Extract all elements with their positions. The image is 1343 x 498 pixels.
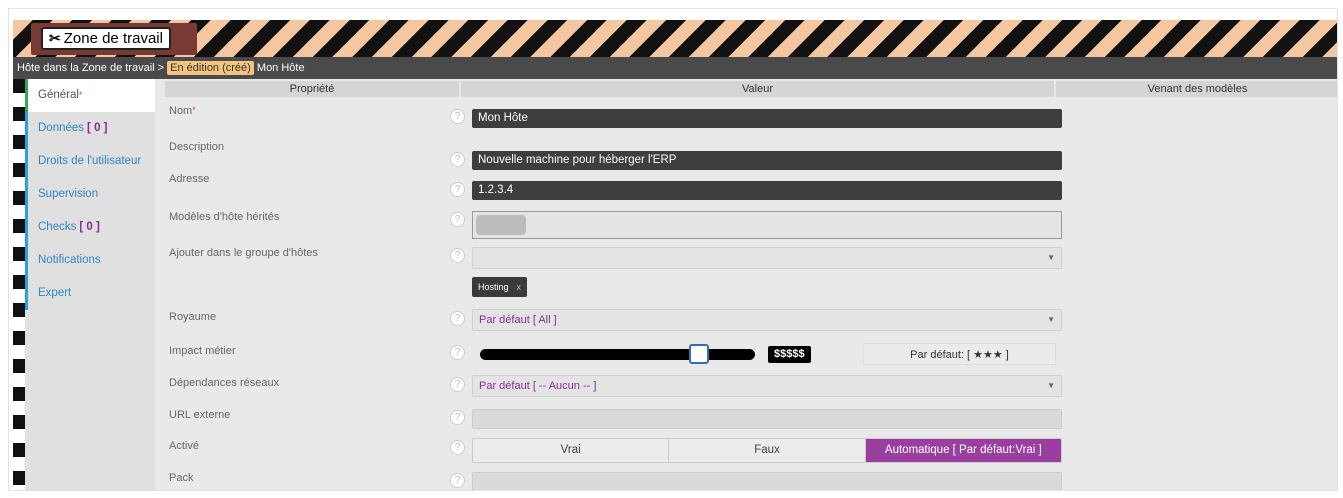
address-field[interactable]: 1.2.3.4 [472, 181, 1062, 200]
sidebar-item-droits[interactable]: Droits de l'utilisateur [25, 145, 155, 178]
help-icon[interactable]: ? [450, 182, 465, 197]
field-label: Ajouter dans le groupe d'hôtes [169, 247, 318, 259]
dependencies-select[interactable]: Par défaut [ -- Aucun -- ] ▼ [472, 375, 1062, 397]
chevron-down-icon: ▼ [1047, 253, 1055, 262]
sidebar-item-expert[interactable]: Expert [25, 277, 155, 310]
property-table: Propriété Valeur Venant des modèles Nom*… [155, 79, 1337, 490]
impact-slider-handle[interactable] [689, 344, 709, 364]
sidebar-item-label: Droits de l'utilisateur [38, 155, 142, 167]
name-field[interactable]: Mon Hôte [472, 109, 1062, 128]
field-label: URL externe [169, 409, 231, 421]
field-label: Description [169, 141, 225, 153]
workzone-button[interactable]: ✂ Zone de travail [41, 27, 171, 50]
count-badge: [ 0 ] [87, 122, 108, 134]
help-icon[interactable]: ? [450, 473, 465, 488]
column-header-propriete: Propriété [165, 81, 461, 97]
help-icon[interactable]: ? [450, 311, 465, 326]
help-icon[interactable]: ? [450, 345, 465, 360]
tools-icon: ✂ [49, 30, 61, 46]
enabled-toggle: Vrai Faux Automatique [ Par défaut:Vrai … [472, 438, 1062, 463]
breadcrumb: Hôte dans la Zone de travail > En éditio… [13, 57, 1337, 79]
impact-default: Par défaut: [ ★★★ ] [863, 343, 1056, 365]
count-badge: [ 0 ] [79, 221, 100, 233]
sidebar-item-notifications[interactable]: Notifications [25, 244, 155, 277]
help-icon[interactable]: ? [450, 377, 465, 392]
help-icon[interactable]: ? [450, 440, 465, 455]
sidebar-item-general[interactable]: Général* [25, 79, 155, 112]
column-header-valeur: Valeur [461, 81, 1056, 97]
impact-slider-track[interactable] [480, 349, 755, 360]
construction-banner [13, 20, 1337, 57]
help-icon[interactable]: ? [450, 248, 465, 263]
sidebar-item-label: Supervision [38, 188, 99, 200]
help-icon[interactable]: ? [450, 109, 465, 124]
realm-select[interactable]: Par défaut [ All ] ▼ [472, 309, 1062, 331]
field-label: Dépendances réseaux [169, 377, 280, 389]
field-label: Impact métier [169, 345, 236, 357]
hostgroup-tag: Hosting x [472, 277, 528, 297]
help-icon[interactable]: ? [450, 152, 465, 167]
required-marker: * [78, 90, 83, 100]
template-chip[interactable] [476, 215, 526, 235]
chevron-down-icon: ▼ [1047, 315, 1055, 324]
field-label: Pack [169, 472, 194, 484]
field-label: Adresse [169, 173, 210, 185]
construction-edge [13, 79, 25, 490]
column-header-modeles: Venant des modèles [1056, 81, 1337, 97]
option-auto[interactable]: Automatique [ Par défaut:Vrai ] [865, 439, 1061, 462]
workzone-label: Zone de travail [63, 30, 163, 47]
chevron-down-icon: ▼ [1047, 381, 1055, 390]
sidebar-item-label: Notifications [38, 254, 101, 266]
table-header: Propriété Valeur Venant des modèles [165, 81, 1337, 97]
description-field[interactable]: Nouvelle machine pour héberger l'ERP [472, 151, 1062, 170]
app-frame: ✂ Zone de travail Hôte dans la Zone de t… [8, 8, 1338, 491]
field-label: Royaume [169, 311, 217, 323]
url-field[interactable] [472, 409, 1062, 429]
sidebar: Général* Données[ 0 ] Droits de l'utilis… [25, 79, 155, 490]
sidebar-item-label: Expert [38, 287, 72, 299]
help-icon[interactable]: ? [450, 410, 465, 425]
field-label: Nom* [169, 105, 196, 117]
sidebar-item-label: Checks [38, 221, 77, 233]
sidebar-item-supervision[interactable]: Supervision [25, 178, 155, 211]
templates-field[interactable] [472, 211, 1062, 239]
status-badge: En édition (créé) [167, 61, 254, 75]
field-label: Modèles d'hôte hérités [169, 211, 280, 223]
breadcrumb-host-name: Mon Hôte [256, 62, 305, 74]
option-true[interactable]: Vrai [473, 439, 670, 462]
impact-value: $$$$$ [768, 346, 811, 363]
option-false[interactable]: Faux [669, 439, 866, 462]
close-icon[interactable]: x [517, 282, 522, 292]
sidebar-item-label: Général [38, 89, 79, 101]
field-label: Activé [169, 440, 199, 452]
pack-field[interactable] [472, 472, 1062, 490]
breadcrumb-prefix[interactable]: Hôte dans la Zone de travail > [17, 62, 164, 74]
sidebar-item-label: Données [38, 122, 85, 134]
hostgroup-select[interactable]: ▼ [472, 247, 1062, 269]
help-icon[interactable]: ? [450, 212, 465, 227]
sidebar-item-donnees[interactable]: Données[ 0 ] [25, 112, 155, 145]
sidebar-item-checks[interactable]: Checks[ 0 ] [25, 211, 155, 244]
